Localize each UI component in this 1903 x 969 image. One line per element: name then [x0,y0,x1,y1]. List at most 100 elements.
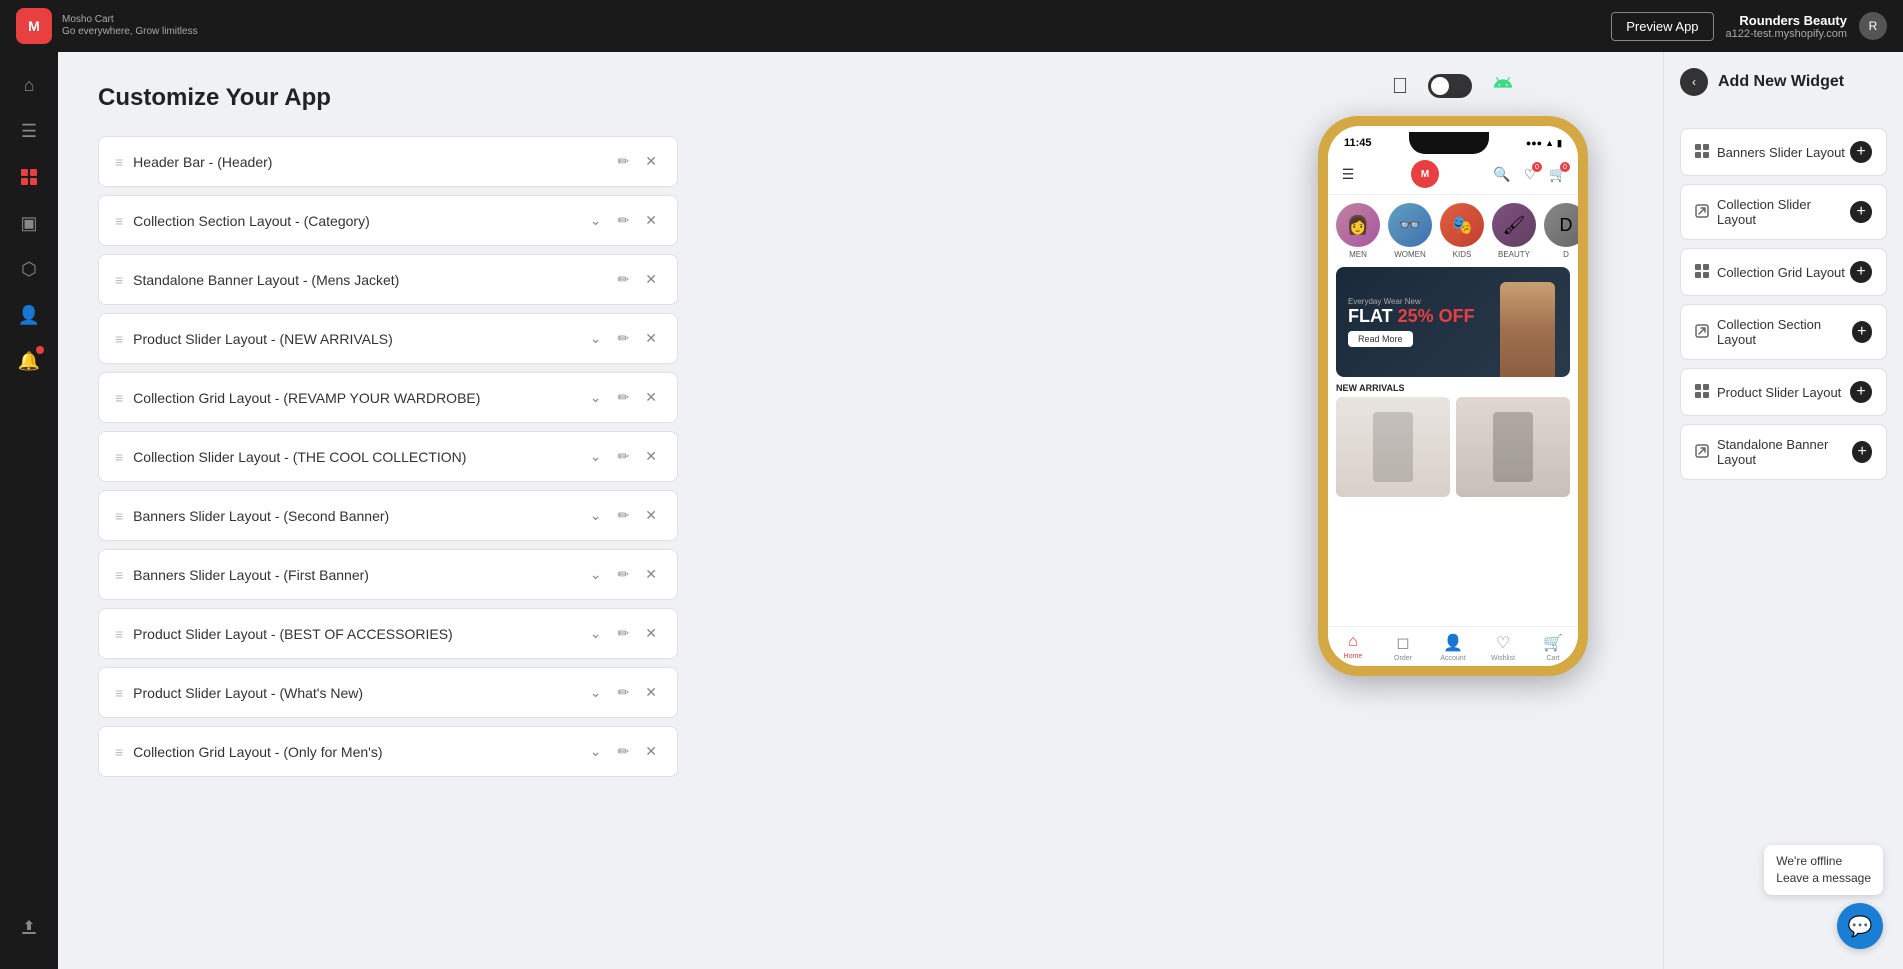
widget-item[interactable]: ≡ Collection Grid Layout - (Only for Men… [98,726,678,777]
add-widget-item[interactable]: Collection Slider Layout + [1680,184,1887,240]
bottom-nav-cart[interactable]: 🛒 Cart [1528,633,1578,662]
widget-item[interactable]: ≡ Product Slider Layout - (What's New) ⌄… [98,667,678,718]
widget-item[interactable]: ≡ Collection Section Layout - (Category)… [98,195,678,246]
add-widget-item[interactable]: Standalone Banner Layout + [1680,424,1887,480]
bottom-nav-home[interactable]: ⌂ Home [1328,633,1378,662]
bottom-nav-order[interactable]: ◻ Order [1378,633,1428,662]
delete-button[interactable]: ✕ [641,564,661,585]
bottom-nav-wishlist[interactable]: ♡ Wishlist [1478,633,1528,662]
add-widget-button[interactable]: + [1850,381,1872,403]
widget-item[interactable]: ≡ Product Slider Layout - (BEST OF ACCES… [98,608,678,659]
delete-button[interactable]: ✕ [641,328,661,349]
delete-button[interactable]: ✕ [641,741,661,762]
wishlist-nav-label: Wishlist [1491,655,1515,662]
edit-button[interactable]: ✏ [614,210,634,231]
apple-icon[interactable]:  [1392,73,1409,99]
expand-button[interactable]: ⌄ [586,682,606,703]
expand-button[interactable]: ⌄ [586,446,606,467]
add-widget-item[interactable]: Collection Grid Layout + [1680,248,1887,296]
expand-button[interactable]: ⌄ [586,505,606,526]
drag-handle-icon[interactable]: ≡ [115,685,123,701]
widget-item[interactable]: ≡ Product Slider Layout - (NEW ARRIVALS)… [98,313,678,364]
add-widget-item[interactable]: Banners Slider Layout + [1680,128,1887,176]
phone-search-icon[interactable]: 🔍 [1492,164,1512,184]
delete-button[interactable]: ✕ [641,682,661,703]
delete-button[interactable]: ✕ [641,505,661,526]
add-widget-button[interactable]: + [1850,261,1872,283]
sidebar-item-users[interactable]: 👤 [8,294,50,336]
edit-button[interactable]: ✏ [614,505,634,526]
expand-button[interactable]: ⌄ [586,210,606,231]
add-widget-button[interactable]: + [1852,321,1872,343]
add-widget-button[interactable]: + [1852,441,1872,463]
edit-button[interactable]: ✏ [614,387,634,408]
edit-button[interactable]: ✏ [614,328,634,349]
expand-button[interactable]: ⌄ [586,623,606,644]
expand-button[interactable]: ⌄ [586,564,606,585]
drag-handle-icon[interactable]: ≡ [115,449,123,465]
preview-app-button[interactable]: Preview App [1611,12,1713,41]
category-beauty[interactable]: 🖌 BEAUTY [1492,203,1536,259]
store-url: a122-test.myshopify.com [1726,28,1847,40]
add-widget-button[interactable]: + [1850,201,1872,223]
widget-item[interactable]: ≡ Header Bar - (Header) ✏ ✕ [98,136,678,187]
widget-item[interactable]: ≡ Banners Slider Layout - (First Banner)… [98,549,678,600]
banner-read-more-button[interactable]: Read More [1348,331,1413,347]
sidebar-item-menu[interactable]: ☰ [8,110,50,152]
sidebar-item-bell[interactable]: 🔔 [8,340,50,382]
phone-cart-icon[interactable]: 🛒 0 [1548,164,1568,184]
widget-item[interactable]: ≡ Collection Grid Layout - (REVAMP YOUR … [98,372,678,423]
add-widget-button[interactable]: + [1850,141,1872,163]
bottom-nav-account[interactable]: 👤 Account [1428,633,1478,662]
product-card-1[interactable] [1336,397,1450,497]
sidebar-item-home[interactable]: ⌂ [8,64,50,106]
drag-handle-icon[interactable]: ≡ [115,744,123,760]
sidebar-item-document[interactable]: ▣ [8,202,50,244]
edit-button[interactable]: ✏ [614,741,634,762]
delete-button[interactable]: ✕ [641,210,661,231]
sidebar-item-grid[interactable] [8,156,50,198]
expand-button[interactable]: ⌄ [586,741,606,762]
drag-handle-icon[interactable]: ≡ [115,390,123,406]
category-women[interactable]: 👓 WOMEN [1388,203,1432,259]
edit-button[interactable]: ✏ [614,623,634,644]
delete-button[interactable]: ✕ [641,446,661,467]
user-avatar[interactable]: R [1859,12,1887,40]
edit-button[interactable]: ✏ [614,269,634,290]
drag-handle-icon[interactable]: ≡ [115,626,123,642]
sidebar-item-tag[interactable]: ⬡ [8,248,50,290]
chat-open-button[interactable]: 💬 [1837,903,1883,949]
banner-person [1492,267,1562,377]
widget-item[interactable]: ≡ Standalone Banner Layout - (Mens Jacke… [98,254,678,305]
category-kids[interactable]: 🎭 KIDS [1440,203,1484,259]
drag-handle-icon[interactable]: ≡ [115,213,123,229]
category-men[interactable]: 👩 MEN [1336,203,1380,259]
delete-button[interactable]: ✕ [641,623,661,644]
add-widget-item[interactable]: Product Slider Layout + [1680,368,1887,416]
add-widget-item[interactable]: Collection Section Layout + [1680,304,1887,360]
product-card-2[interactable] [1456,397,1570,497]
edit-button[interactable]: ✏ [614,151,634,172]
os-toggle-switch[interactable] [1428,74,1472,98]
edit-button[interactable]: ✏ [614,564,634,585]
expand-button[interactable]: ⌄ [586,328,606,349]
delete-button[interactable]: ✕ [641,269,661,290]
delete-button[interactable]: ✕ [641,387,661,408]
drag-handle-icon[interactable]: ≡ [115,272,123,288]
sidebar-item-export[interactable] [8,907,50,949]
widget-item[interactable]: ≡ Banners Slider Layout - (Second Banner… [98,490,678,541]
drag-handle-icon[interactable]: ≡ [115,154,123,170]
drag-handle-icon[interactable]: ≡ [115,508,123,524]
widget-item[interactable]: ≡ Collection Slider Layout - (THE COOL C… [98,431,678,482]
expand-button[interactable]: ⌄ [586,387,606,408]
phone-wishlist-icon[interactable]: ♡ 0 [1520,164,1540,184]
android-icon[interactable] [1492,72,1514,100]
edit-button[interactable]: ✏ [614,682,634,703]
phone-menu-icon[interactable]: ☰ [1338,164,1358,184]
drag-handle-icon[interactable]: ≡ [115,331,123,347]
panel-toggle-button[interactable]: ‹ [1680,68,1708,96]
delete-button[interactable]: ✕ [641,151,661,172]
category-more[interactable]: D D [1544,203,1578,259]
edit-button[interactable]: ✏ [614,446,634,467]
drag-handle-icon[interactable]: ≡ [115,567,123,583]
